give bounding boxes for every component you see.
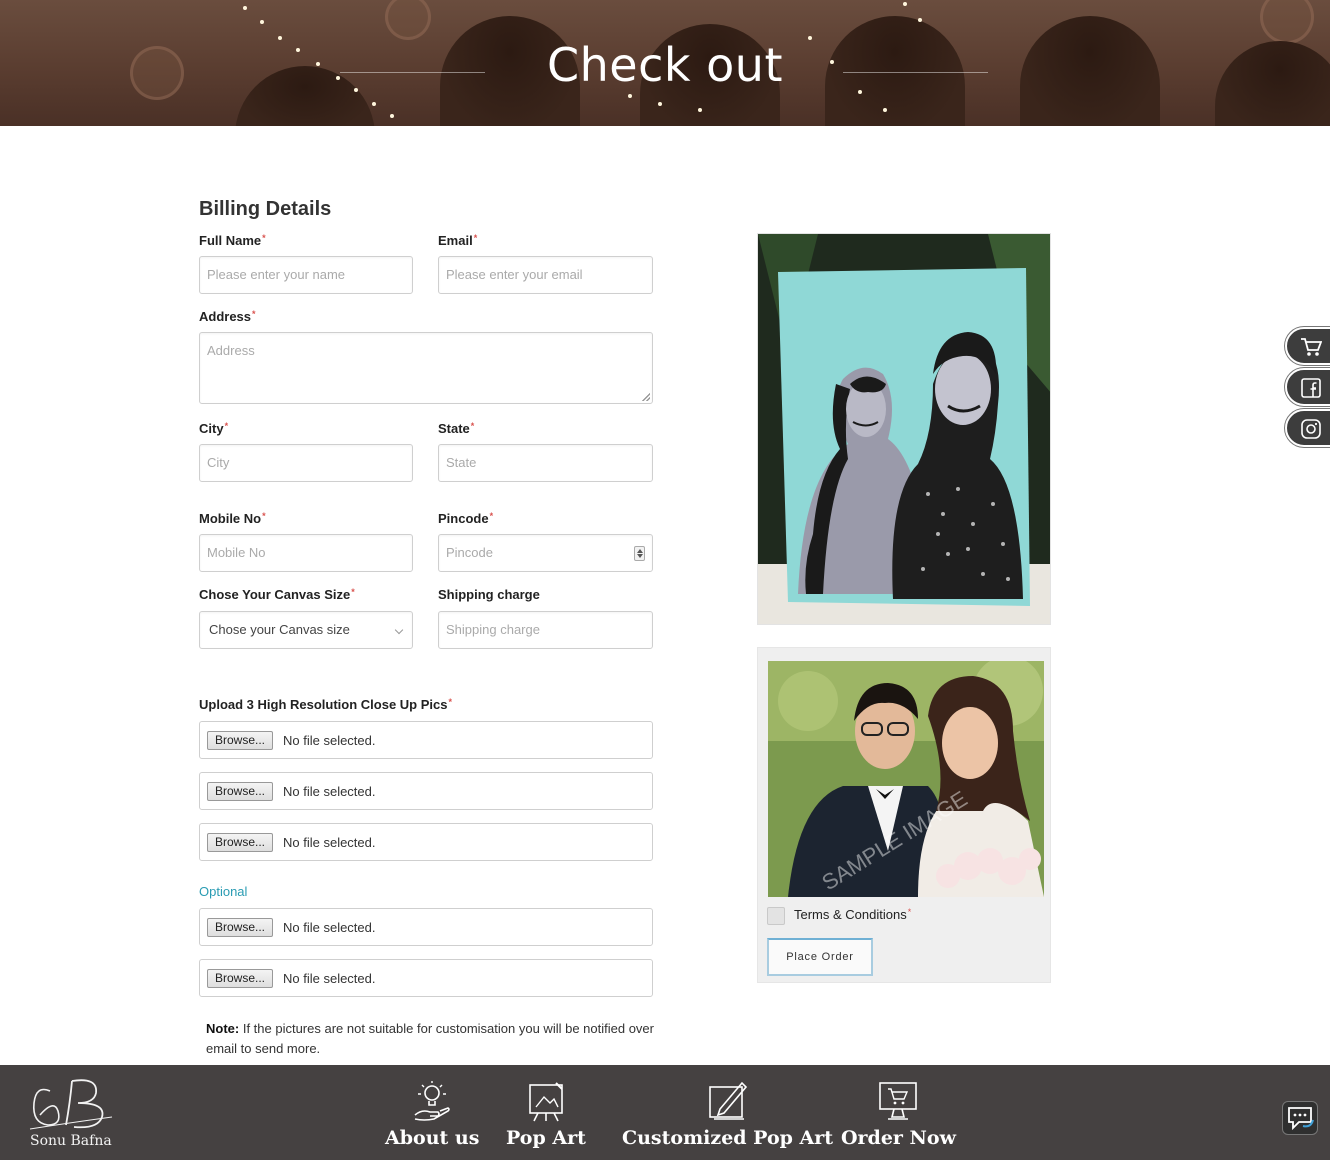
file-status: No file selected. bbox=[283, 920, 376, 935]
city-label: City* bbox=[199, 421, 229, 436]
mobile-input[interactable]: Mobile No bbox=[199, 534, 413, 572]
file-status: No file selected. bbox=[283, 971, 376, 986]
browse-button[interactable]: Browse... bbox=[207, 833, 274, 852]
file-upload-2[interactable]: Browse... No file selected. bbox=[199, 772, 653, 810]
pincode-input[interactable]: Pincode bbox=[438, 534, 653, 572]
file-upload-optional-2[interactable]: Browse... No file selected. bbox=[199, 959, 653, 997]
cart-icon bbox=[1301, 338, 1322, 356]
optional-label: Optional bbox=[199, 884, 248, 899]
file-status: No file selected. bbox=[283, 835, 376, 850]
file-upload-1[interactable]: Browse... No file selected. bbox=[199, 721, 653, 759]
chevron-down-icon bbox=[394, 625, 404, 635]
full-name-placeholder: Please enter your name bbox=[207, 267, 346, 282]
file-status: No file selected. bbox=[283, 733, 376, 748]
email-placeholder: Please enter your email bbox=[446, 267, 583, 282]
canvas-size-label: Chose Your Canvas Size* bbox=[199, 587, 355, 602]
shipping-input[interactable]: Shipping charge bbox=[438, 611, 653, 649]
pop-art-illustration bbox=[758, 234, 1050, 624]
full-name-input[interactable]: Please enter your name bbox=[199, 256, 413, 294]
shipping-label: Shipping charge bbox=[438, 587, 540, 602]
nav-order-now[interactable]: Order Now bbox=[841, 1079, 956, 1149]
couple-photo-illustration: SAMPLE IMAGE bbox=[768, 661, 1044, 897]
couple-sample-photo: SAMPLE IMAGE bbox=[768, 661, 1044, 897]
nav-label: About us bbox=[385, 1127, 480, 1149]
pincode-placeholder: Pincode bbox=[446, 545, 493, 560]
place-order-button[interactable]: Place Order bbox=[767, 938, 873, 976]
terms-checkbox[interactable] bbox=[767, 907, 785, 925]
upload-label: Upload 3 High Resolution Close Up Pics* bbox=[199, 697, 452, 712]
nav-label: Pop Art bbox=[506, 1127, 586, 1149]
canvas-size-select[interactable]: Chose your Canvas size bbox=[199, 611, 413, 649]
order-summary-card: SAMPLE IMAGE Terms & Conditions* Place O… bbox=[757, 647, 1051, 983]
browse-button[interactable]: Browse... bbox=[207, 918, 274, 937]
state-input[interactable]: State bbox=[438, 444, 653, 482]
note-text: If the pictures are not suitable for cus… bbox=[206, 1021, 654, 1056]
hero-banner: Check out bbox=[0, 0, 1330, 126]
page-title: Check out bbox=[547, 38, 783, 92]
idea-hand-icon bbox=[414, 1081, 450, 1121]
city-input[interactable]: City bbox=[199, 444, 413, 482]
shipping-placeholder: Shipping charge bbox=[446, 622, 540, 637]
mobile-placeholder: Mobile No bbox=[207, 545, 266, 560]
facebook-icon bbox=[1301, 378, 1321, 398]
nav-pop-art[interactable]: Pop Art bbox=[506, 1079, 586, 1149]
easel-icon bbox=[529, 1082, 563, 1122]
browse-button[interactable]: Browse... bbox=[207, 782, 274, 801]
resize-handle[interactable] bbox=[642, 393, 650, 401]
address-label: Address* bbox=[199, 309, 256, 324]
side-instagram-button[interactable] bbox=[1285, 409, 1330, 447]
browse-button[interactable]: Browse... bbox=[207, 969, 274, 988]
brand-name: Sonu Bafna bbox=[30, 1133, 112, 1149]
nav-about-us[interactable]: About us bbox=[385, 1079, 479, 1149]
upload-note: Note: If the pictures are not suitable f… bbox=[206, 1019, 656, 1059]
side-facebook-button[interactable] bbox=[1285, 368, 1330, 406]
file-upload-optional-1[interactable]: Browse... No file selected. bbox=[199, 908, 653, 946]
note-label: Note: bbox=[206, 1021, 240, 1036]
mobile-label: Mobile No* bbox=[199, 511, 266, 526]
canvas-edit-icon bbox=[708, 1081, 747, 1120]
file-upload-3[interactable]: Browse... No file selected. bbox=[199, 823, 653, 861]
nav-label: Order Now bbox=[841, 1127, 956, 1149]
monitor-cart-icon bbox=[879, 1082, 918, 1120]
instagram-icon bbox=[1301, 419, 1321, 439]
number-spinner[interactable] bbox=[634, 546, 645, 561]
checkout-page: Check out Billing Details Full Name* Ple… bbox=[0, 0, 1330, 1160]
footer-nav-bar: Sonu Bafna About us Pop Art Customized P… bbox=[0, 1065, 1330, 1160]
side-cart-button[interactable] bbox=[1285, 327, 1330, 365]
pincode-label: Pincode* bbox=[438, 511, 494, 526]
email-label: Email* bbox=[438, 233, 478, 248]
email-input[interactable]: Please enter your email bbox=[438, 256, 653, 294]
nav-customized-pop-art[interactable]: Customized Pop Art bbox=[622, 1079, 833, 1149]
canvas-size-value: Chose your Canvas size bbox=[209, 622, 350, 637]
city-placeholder: City bbox=[207, 455, 230, 470]
state-placeholder: State bbox=[446, 455, 477, 470]
browse-button[interactable]: Browse... bbox=[207, 731, 274, 750]
full-name-label: Full Name* bbox=[199, 233, 266, 248]
file-status: No file selected. bbox=[283, 784, 376, 799]
pop-art-sample-image bbox=[757, 233, 1051, 625]
nav-label: Customized Pop Art bbox=[622, 1127, 834, 1149]
chat-button[interactable] bbox=[1282, 1101, 1318, 1135]
state-label: State* bbox=[438, 421, 475, 436]
sb-logo-icon bbox=[29, 1079, 113, 1130]
address-placeholder: Address bbox=[207, 343, 255, 358]
address-textarea[interactable]: Address bbox=[199, 332, 653, 404]
billing-details-heading: Billing Details bbox=[199, 198, 332, 220]
chat-icon bbox=[1288, 1107, 1314, 1131]
terms-label[interactable]: Terms & Conditions* bbox=[794, 907, 911, 922]
